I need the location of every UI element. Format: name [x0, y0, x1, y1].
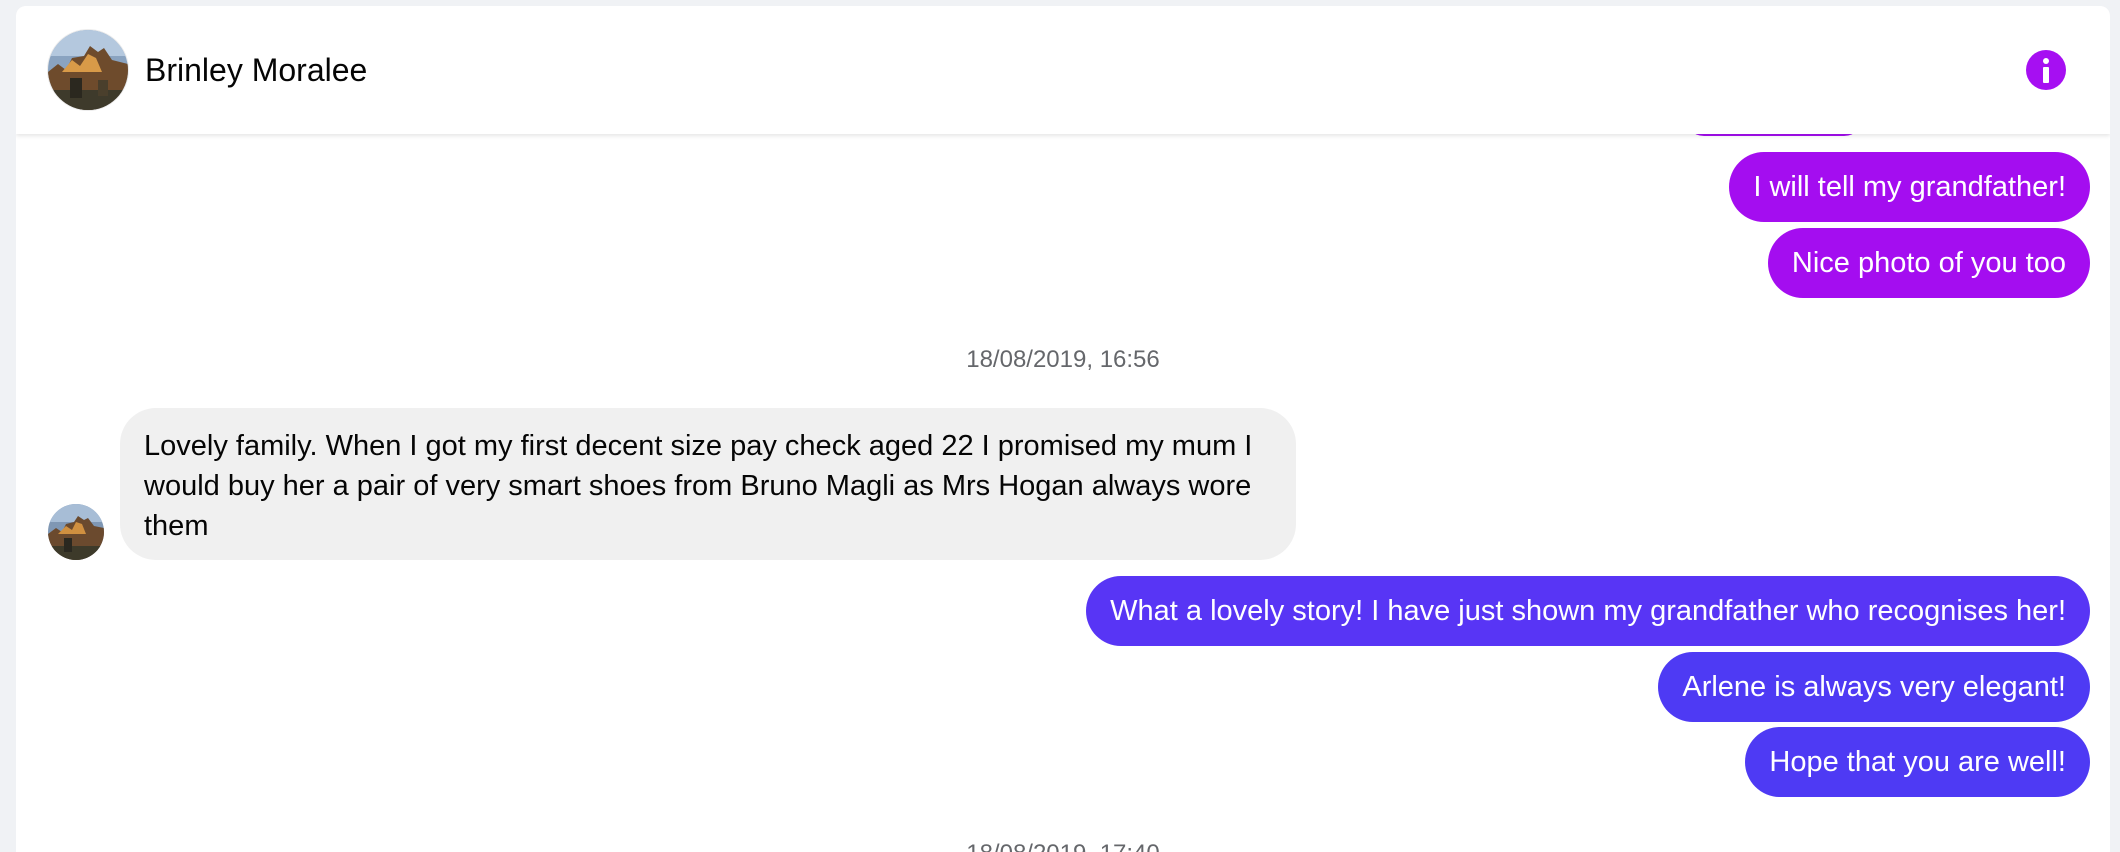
message-text: Hope that you are well! — [1769, 746, 2066, 778]
info-button[interactable] — [2026, 50, 2066, 90]
message-text: What a lovely story! I have just shown m… — [1110, 595, 2066, 627]
message-bubble-incoming[interactable]: Lovely family. When I got my first decen… — [120, 408, 1296, 560]
message-text: Lovely family. When I got my first decen… — [144, 430, 1253, 542]
profile-photo-icon — [48, 30, 128, 110]
chat-panel: I will tell my grandfather! Nice photo o… — [16, 6, 2110, 852]
contact-avatar-small[interactable] — [48, 504, 104, 560]
message-bubble-outgoing[interactable]: What a lovely story! I have just shown m… — [1086, 576, 2090, 646]
message-text: Arlene is always very elegant! — [1682, 671, 2066, 703]
message-bubble-outgoing[interactable]: Arlene is always very elegant! — [1658, 652, 2090, 722]
message-bubble-outgoing[interactable]: I will tell my grandfather! — [1729, 152, 2090, 222]
message-bubble-outgoing[interactable]: Hope that you are well! — [1745, 727, 2090, 797]
profile-photo-icon — [48, 504, 104, 560]
message-bubble-outgoing[interactable]: Nice photo of you too — [1767, 228, 2090, 298]
conversation-header: Brinley Moralee — [16, 6, 2110, 134]
message-timestamp: 18/08/2019, 16:56 — [966, 346, 1160, 373]
message-text: Nice photo of you too — [1791, 247, 2066, 279]
contact-name: Brinley Moralee — [145, 52, 368, 88]
contact-avatar[interactable] — [48, 30, 128, 110]
message-timestamp: 18/08/2019, 17:40 — [16, 840, 2110, 852]
message-text: I will tell my grandfather! — [1753, 171, 2066, 203]
